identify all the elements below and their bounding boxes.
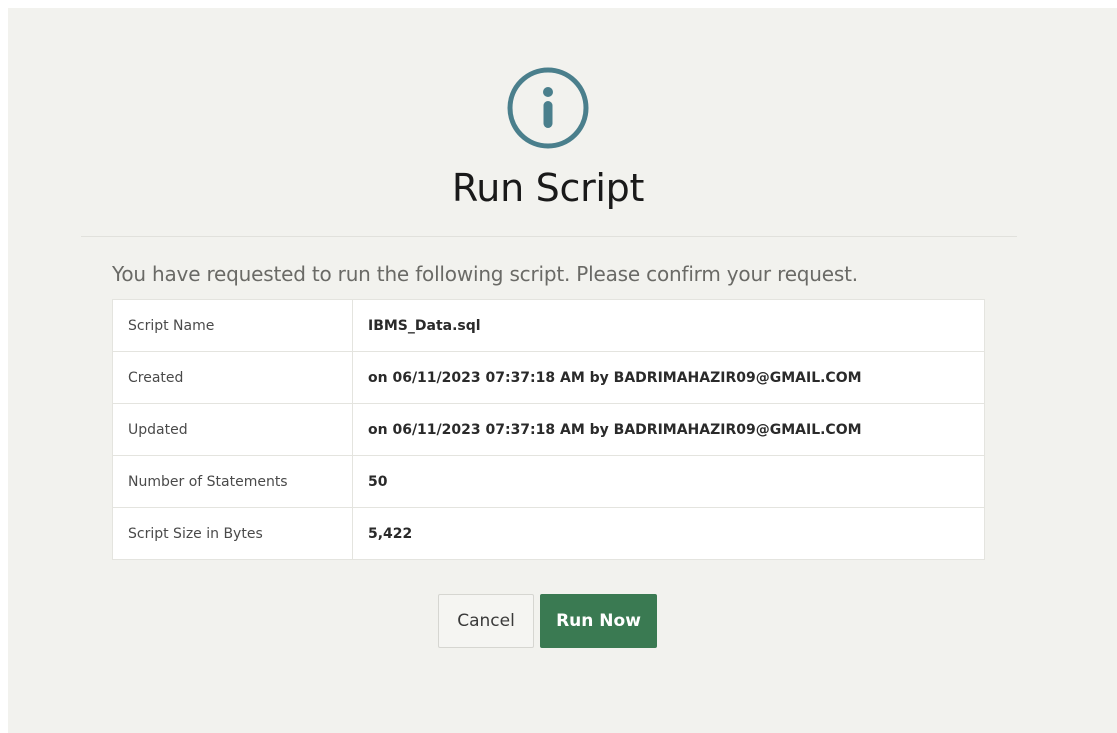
run-script-dialog: Run Script You have requested to run the… (8, 8, 1117, 733)
table-row: Script Name IBMS_Data.sql (112, 299, 985, 352)
info-circle-icon (507, 67, 589, 149)
row-value: on 06/11/2023 07:37:18 AM by BADRIMAHAZI… (352, 351, 985, 404)
row-label: Script Size in Bytes (112, 507, 353, 560)
row-value: on 06/11/2023 07:37:18 AM by BADRIMAHAZI… (352, 403, 985, 456)
row-value: IBMS_Data.sql (352, 299, 985, 352)
table-row: Updated on 06/11/2023 07:37:18 AM by BAD… (112, 403, 985, 456)
table-row: Script Size in Bytes 5,422 (112, 507, 985, 560)
dialog-title: Run Script (451, 166, 645, 210)
row-value: 50 (352, 455, 985, 508)
script-details-table: Script Name IBMS_Data.sql Created on 06/… (112, 299, 985, 560)
row-label: Created (112, 351, 353, 404)
table-row: Number of Statements 50 (112, 455, 985, 508)
confirmation-message: You have requested to run the following … (112, 262, 858, 286)
row-label: Number of Statements (112, 455, 353, 508)
row-label: Script Name (112, 299, 353, 352)
run-now-button[interactable]: Run Now (540, 594, 657, 648)
cancel-button[interactable]: Cancel (438, 594, 534, 648)
row-label: Updated (112, 403, 353, 456)
table-row: Created on 06/11/2023 07:37:18 AM by BAD… (112, 351, 985, 404)
divider (81, 236, 1017, 237)
row-value: 5,422 (352, 507, 985, 560)
